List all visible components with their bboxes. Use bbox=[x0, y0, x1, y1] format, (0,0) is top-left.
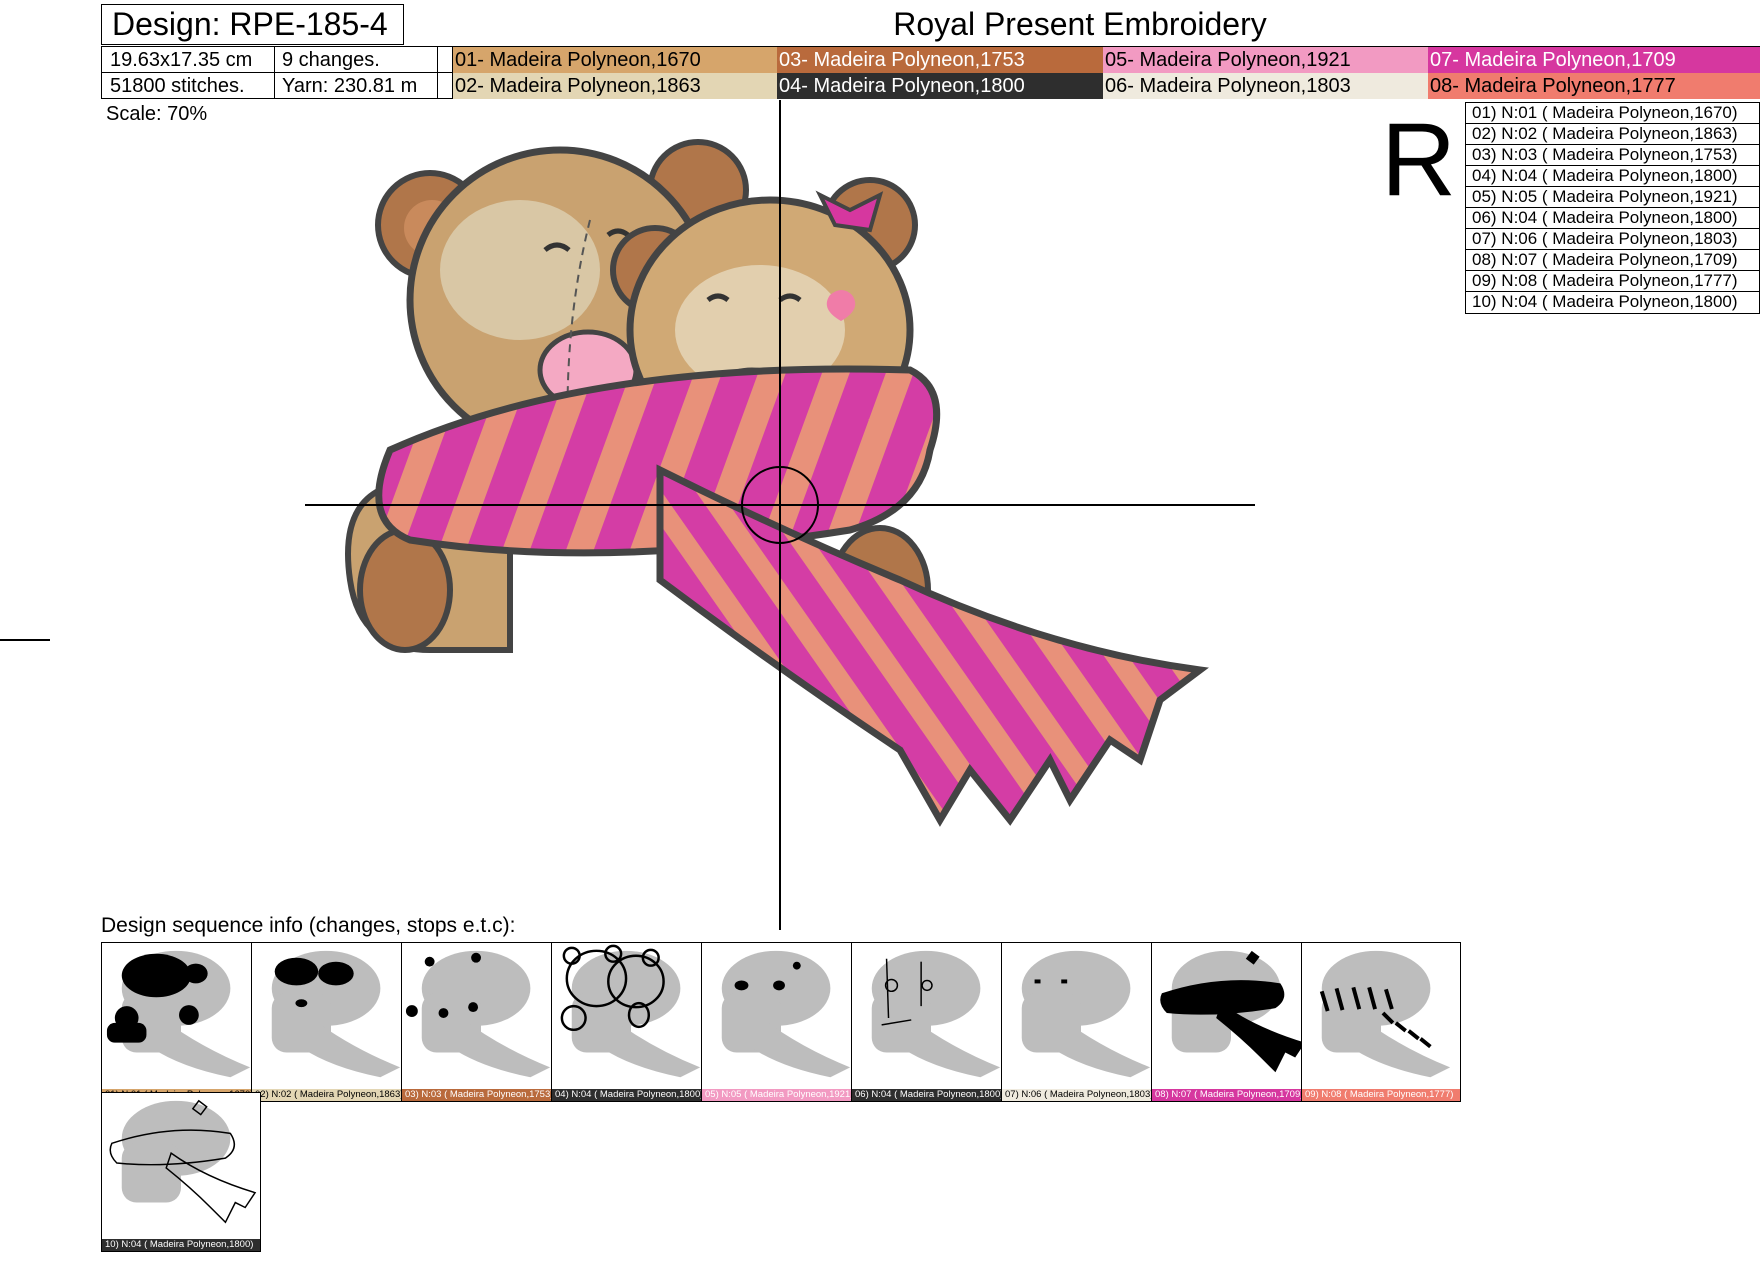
thumbnail-image bbox=[1160, 950, 1306, 1073]
sequence-info-label: Design sequence info (changes, stops e.t… bbox=[101, 914, 516, 937]
color-swatch-05: 05- Madeira Polyneon,1921 bbox=[1103, 47, 1428, 73]
yarn-length: Yarn: 230.81 m bbox=[282, 75, 418, 97]
info-grid: 19.63x17.35 cm 9 changes. 51800 stitches… bbox=[101, 46, 1760, 99]
sequence-row: 06) N:04 ( Madeira Polyneon,1800) bbox=[1466, 208, 1759, 229]
thumbnail-05: 05) N:05 ( Madeira Polyneon,1921) bbox=[701, 942, 861, 1102]
scarf-tail bbox=[656, 464, 1209, 827]
left-bear-foot bbox=[357, 527, 453, 653]
thumbnail-image bbox=[560, 944, 701, 1078]
thumbnail-08: 08) N:07 ( Madeira Polyneon,1709) bbox=[1151, 942, 1311, 1102]
orientation-mark: R bbox=[1381, 102, 1457, 218]
left-bear-face-patch bbox=[440, 200, 600, 340]
sequence-row: 05) N:05 ( Madeira Polyneon,1921) bbox=[1466, 187, 1759, 208]
thumbnail-caption: 03) N:03 ( Madeira Polyneon,1753) bbox=[402, 1089, 560, 1101]
sequence-row: 07) N:06 ( Madeira Polyneon,1803) bbox=[1466, 229, 1759, 250]
thumbnail-caption: 10) N:04 ( Madeira Polyneon,1800) bbox=[102, 1239, 260, 1251]
color-swatch-07: 07- Madeira Polyneon,1709 bbox=[1428, 47, 1760, 73]
stitch-count: 51800 stitches. bbox=[110, 75, 245, 97]
thumbnail-02: 02) N:02 ( Madeira Polyneon,1863) bbox=[251, 942, 411, 1102]
color-swatch-04: 04- Madeira Polyneon,1800 bbox=[777, 73, 1103, 99]
thumbnail-03: 03) N:03 ( Madeira Polyneon,1753) bbox=[401, 942, 561, 1102]
thumbnail-caption: 09) N:08 ( Madeira Polyneon,1777) bbox=[1302, 1089, 1460, 1101]
color-swatch-03: 03- Madeira Polyneon,1753 bbox=[777, 47, 1103, 73]
sequence-row: 04) N:04 ( Madeira Polyneon,1800) bbox=[1466, 166, 1759, 187]
color-swatch-01: 01- Madeira Polyneon,1670 bbox=[453, 47, 777, 73]
sequence-row: 09) N:08 ( Madeira Polyneon,1777) bbox=[1466, 271, 1759, 292]
grid-line bbox=[437, 47, 438, 98]
thumbnail-01: 01) N:01 ( Madeira Polyneon,1670) bbox=[101, 942, 261, 1102]
thumbnail-image bbox=[106, 950, 251, 1078]
embroidery-design-preview bbox=[305, 100, 1255, 930]
thumbnail-image bbox=[109, 1099, 257, 1224]
thumbnail-caption: 06) N:04 ( Madeira Polyneon,1800) bbox=[852, 1089, 1010, 1101]
thumbnail-image bbox=[1021, 950, 1151, 1078]
thumbnail-caption: 07) N:06 ( Madeira Polyneon,1803) bbox=[1002, 1089, 1160, 1101]
thumbnail-06: 06) N:04 ( Madeira Polyneon,1800) bbox=[851, 942, 1011, 1102]
grid-line bbox=[274, 47, 275, 98]
thumbnail-caption: 04) N:04 ( Madeira Polyneon,1800) bbox=[552, 1089, 710, 1101]
sequence-row: 03) N:03 ( Madeira Polyneon,1753) bbox=[1466, 145, 1759, 166]
thumbnail-07: 07) N:06 ( Madeira Polyneon,1803) bbox=[1001, 942, 1161, 1102]
sequence-row: 02) N:02 ( Madeira Polyneon,1863) bbox=[1466, 124, 1759, 145]
sequence-row: 10) N:04 ( Madeira Polyneon,1800) bbox=[1472, 292, 1738, 311]
sequence-row: 01) N:01 ( Madeira Polyneon,1670) bbox=[1466, 103, 1759, 124]
thumbnail-caption: 05) N:05 ( Madeira Polyneon,1921) bbox=[702, 1089, 860, 1101]
thumbnail-image bbox=[721, 950, 851, 1078]
margin-tick bbox=[0, 639, 50, 641]
color-swatch-06: 06- Madeira Polyneon,1803 bbox=[1103, 73, 1428, 99]
thumbnail-09: 09) N:08 ( Madeira Polyneon,1777) bbox=[1301, 942, 1461, 1102]
color-swatch-02: 02- Madeira Polyneon,1863 bbox=[453, 73, 777, 99]
thumbnail-10: 10) N:04 ( Madeira Polyneon,1800) bbox=[101, 1092, 261, 1252]
thumbnail-image bbox=[405, 950, 551, 1078]
thumbnail-caption: 02) N:02 ( Madeira Polyneon,1863) bbox=[252, 1089, 410, 1101]
design-size: 19.63x17.35 cm bbox=[110, 49, 253, 71]
thumbnail-image bbox=[1319, 950, 1451, 1078]
grid-line bbox=[452, 47, 453, 98]
sequence-row: 08) N:07 ( Madeira Polyneon,1709) bbox=[1466, 250, 1759, 271]
scale-label: Scale: 70% bbox=[106, 103, 208, 125]
sequence-thumbnails: 01) N:01 ( Madeira Polyneon,1670) 02) N:… bbox=[101, 942, 1661, 1272]
company-name: Royal Present Embroidery bbox=[893, 6, 1267, 42]
design-title: Design: RPE-185-4 bbox=[101, 4, 404, 45]
thumbnail-image bbox=[871, 950, 1001, 1078]
color-changes: 9 changes. bbox=[282, 49, 380, 71]
thumbnail-04: 04) N:04 ( Madeira Polyneon,1800) bbox=[551, 942, 711, 1102]
grid-line bbox=[102, 72, 453, 73]
thumbnail-image bbox=[271, 950, 401, 1078]
thumbnail-caption: 08) N:07 ( Madeira Polyneon,1709) bbox=[1152, 1089, 1310, 1101]
color-swatch-08: 08- Madeira Polyneon,1777 bbox=[1428, 73, 1760, 99]
sequence-table: 01) N:01 ( Madeira Polyneon,1670) 02) N:… bbox=[1465, 102, 1760, 314]
